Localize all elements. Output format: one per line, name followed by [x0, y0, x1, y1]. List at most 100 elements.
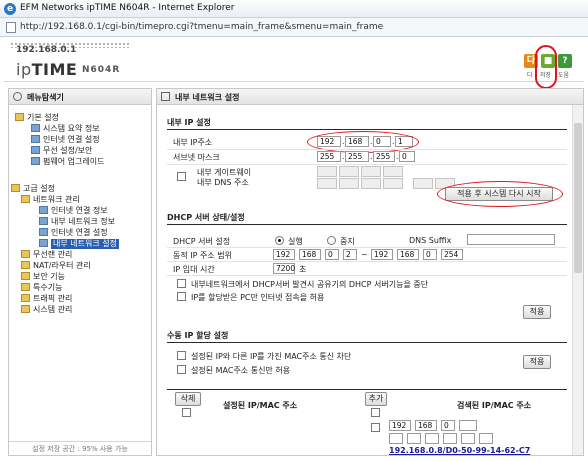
- range-start-4[interactable]: 2: [343, 249, 357, 260]
- range-end-2[interactable]: 168: [397, 249, 419, 260]
- mask-octet-4[interactable]: 0: [399, 151, 415, 162]
- address-bar[interactable]: http://192.168.0.1/cgi-bin/timepro.cgi?t…: [0, 18, 588, 37]
- range-end-1[interactable]: 192: [371, 249, 393, 260]
- dns-octet-4[interactable]: [383, 178, 403, 189]
- annotation-save-circle: [535, 45, 557, 89]
- gateway-dns-checkbox[interactable]: [177, 172, 186, 181]
- tree-basic-settings[interactable]: 기본 설정: [15, 113, 59, 123]
- dashboard-caption: 다: [527, 72, 533, 79]
- tree-item-internet-info[interactable]: 인터넷 연결 정보: [39, 206, 108, 216]
- new-ip-octet-3[interactable]: 0: [441, 420, 455, 431]
- tree-item-lan-info[interactable]: 내부 네트워크 정보: [39, 217, 115, 227]
- gateway-octet-4[interactable]: [383, 166, 403, 177]
- tree-security[interactable]: 보안 기능: [21, 272, 65, 282]
- gateway-octet-3[interactable]: [361, 166, 381, 177]
- new-mac-6[interactable]: [479, 433, 493, 444]
- row-divider: [167, 149, 567, 150]
- gateway-octet-2[interactable]: [339, 166, 359, 177]
- new-mac-3[interactable]: [425, 433, 439, 444]
- block-mismatch-checkbox[interactable]: [177, 351, 186, 360]
- page-icon: [31, 124, 40, 132]
- delete-button[interactable]: 삭제: [175, 392, 201, 406]
- new-mac-5[interactable]: [461, 433, 475, 444]
- dhcp-off-radio[interactable]: [327, 236, 336, 245]
- vertical-scrollbar[interactable]: [572, 105, 583, 455]
- storage-status: 설정 저장 공간 : 95% 사용 가능: [9, 441, 151, 455]
- scrollbar-thumb[interactable]: [574, 123, 582, 273]
- new-mac-2[interactable]: [407, 433, 421, 444]
- new-ip-octet-1[interactable]: 192: [389, 420, 411, 431]
- dhcp-on-label: 실행: [288, 237, 303, 246]
- add-button[interactable]: 추가: [365, 392, 387, 406]
- menu-explorer-header: 메뉴탐색기: [9, 89, 151, 105]
- add-select-checkbox[interactable]: [371, 408, 380, 417]
- tree-wireless-management[interactable]: 무선랜 관리: [21, 250, 72, 260]
- tree-item-internet-connection[interactable]: 인터넷 연결 설정: [31, 135, 100, 145]
- menu-explorer-panel: 메뉴탐색기 기본 설정 시스템 요약 정보 인터넷 연결 설정 무선 설정/보안…: [8, 88, 152, 456]
- new-ip-octet-4[interactable]: [459, 420, 477, 431]
- range-end-3[interactable]: 0: [423, 249, 437, 260]
- tree-item-system-summary[interactable]: 시스템 요약 정보: [31, 124, 100, 134]
- url-text[interactable]: http://192.168.0.1/cgi-bin/timepro.cgi?t…: [20, 22, 383, 32]
- folder-icon: [21, 272, 30, 280]
- new-entry-checkbox[interactable]: [371, 423, 380, 432]
- content-header: 내부 네트워크 설정: [157, 89, 583, 105]
- range-end-4[interactable]: 254: [441, 249, 463, 260]
- dns2-octet-1[interactable]: [413, 178, 433, 189]
- help-button[interactable]: ?: [558, 54, 572, 68]
- iptime-logo: ipTIME: [16, 60, 77, 79]
- tree-item-lan-setup[interactable]: 내부 네트워크 설정: [39, 239, 119, 249]
- mac-only-checkbox[interactable]: [177, 365, 186, 374]
- tree-special-functions[interactable]: 특수기능: [21, 283, 62, 293]
- row-divider: [167, 275, 567, 276]
- range-start-1[interactable]: 192: [273, 249, 295, 260]
- mask-octet-1[interactable]: 255: [317, 151, 341, 162]
- dns-label: 내부 DNS 주소: [197, 178, 249, 187]
- dhcp-on-radio[interactable]: [275, 236, 284, 245]
- mac-only-label: 설정된 MAC주소 통신만 허용: [191, 366, 291, 375]
- dns-octet-3[interactable]: [361, 178, 381, 189]
- new-ip-octet-2[interactable]: 168: [415, 420, 437, 431]
- dhcp-off-label: 중지: [340, 237, 355, 246]
- manual-apply-button[interactable]: 적용: [523, 355, 551, 369]
- tree-traffic[interactable]: 트래픽 관리: [21, 294, 72, 304]
- annotation-restart-ellipse: [437, 181, 563, 207]
- tree-network-management[interactable]: 네트워크 관리: [21, 195, 80, 205]
- mask-octet-2[interactable]: 255: [345, 151, 369, 162]
- new-mac-1[interactable]: [389, 433, 403, 444]
- range-start-3[interactable]: 0: [325, 249, 339, 260]
- dns-suffix-input[interactable]: [467, 234, 555, 245]
- tree-system[interactable]: 시스템 관리: [21, 305, 72, 315]
- tree-item-internet-setup[interactable]: 인터넷 연결 설정: [39, 228, 108, 238]
- dhcp-server-label: DHCP 서버 설정: [173, 237, 231, 246]
- section-divider: [167, 224, 567, 225]
- select-all-checkbox[interactable]: [182, 408, 191, 417]
- gateway-octet-1[interactable]: [317, 166, 337, 177]
- mask-octet-3[interactable]: 255: [373, 151, 395, 162]
- new-mac-4[interactable]: [443, 433, 457, 444]
- dns-octet-2[interactable]: [339, 178, 359, 189]
- page-icon: [31, 135, 40, 143]
- found-device-link[interactable]: 192.168.0.8/D0-50-99-14-62-C7: [389, 446, 530, 455]
- tree-item-wireless[interactable]: 무선 설정/보안: [31, 146, 92, 156]
- folder-icon: [21, 195, 30, 203]
- lease-time-input[interactable]: 7200: [273, 263, 295, 274]
- range-start-2[interactable]: 168: [299, 249, 321, 260]
- section-manual-ip: 수동 IP 할당 설정: [167, 331, 229, 340]
- folder-icon: [21, 305, 30, 313]
- allow-assigned-checkbox[interactable]: [177, 292, 186, 301]
- tree-nat-router[interactable]: NAT/라우터 관리: [21, 261, 91, 271]
- tree-item-firmware[interactable]: 펌웨어 업그레이드: [31, 157, 104, 167]
- internet-explorer-icon: e: [4, 3, 16, 15]
- router-address: 192.168.0.1: [16, 45, 77, 55]
- window-titlebar: e EFM Networks ipTIME N604R - Internet E…: [0, 0, 588, 18]
- configured-header: 설정된 IP/MAC 주소: [223, 401, 298, 410]
- tree-advanced-settings[interactable]: 고급 설정: [11, 184, 55, 194]
- dhcp-stop-checkbox[interactable]: [177, 279, 186, 288]
- page-icon: [39, 228, 48, 236]
- dns-octet-1[interactable]: [317, 178, 337, 189]
- dhcp-apply-button[interactable]: 적용: [523, 305, 551, 319]
- router-header: 192.168.0.1 ipTIME N604R 다 ■ ? 다 저장 도움: [4, 40, 584, 82]
- row-divider: [167, 247, 567, 248]
- folder-icon: [21, 261, 30, 269]
